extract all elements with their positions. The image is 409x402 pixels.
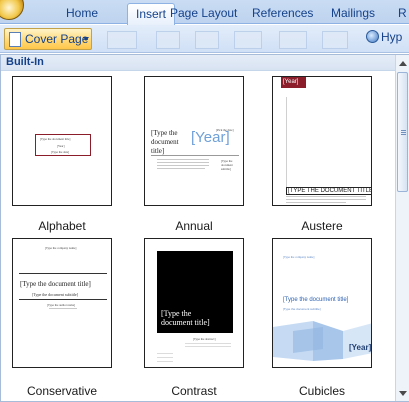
chevron-down-icon	[83, 37, 89, 41]
conservative-top-rule	[19, 273, 107, 274]
tab-mailings[interactable]: Mailings	[331, 5, 375, 25]
shapes-icon[interactable]	[234, 31, 262, 49]
annual-body-line	[157, 165, 209, 166]
alphabet-preview-title: [Type the document title]	[40, 137, 71, 141]
cover-tile-conservative[interactable]: [Type the company name] [Type the docume…	[12, 238, 112, 368]
cover-caption-annual: Annual	[175, 219, 213, 233]
cover-page-gallery: Built-In [Type the document title] [Year…	[0, 54, 409, 402]
cover-tile-annual[interactable]: [Pick the date] [Type the document title…	[144, 76, 244, 206]
alphabet-preview-date: [Type the date]	[51, 150, 70, 154]
cover-page-label: Cover Page	[25, 32, 89, 46]
cubicles-preview-subtitle: [Type the document subtitle]	[283, 307, 321, 311]
cover-caption-alphabet: Alphabet	[38, 219, 86, 233]
cover-tile-contrast[interactable]: [Type the document title] [Type the abst…	[144, 238, 244, 368]
cover-page-icon	[9, 32, 21, 47]
conservative-preview-title: [Type the document title]	[20, 280, 91, 288]
cover-caption-conservative: Conservative	[26, 384, 98, 398]
austere-preview-title: [TYPE THE DOCUMENT TITLE]	[286, 187, 371, 195]
thumb-grip	[401, 132, 406, 133]
tab-references[interactable]: References	[252, 5, 313, 25]
contrast-body-line	[185, 346, 231, 347]
cover-caption-contrast: Contrast	[171, 384, 217, 398]
cubicles-preview-title: [Type the document title]	[283, 297, 349, 303]
austere-body-line	[286, 202, 346, 203]
gallery-scrollbar[interactable]	[395, 55, 409, 401]
annual-body-line	[157, 168, 205, 169]
thumb-grip	[401, 134, 406, 135]
cover-caption-austere: Austere	[301, 219, 343, 233]
contrast-side-line	[157, 361, 173, 362]
conservative-preview-company: [Type the company name]	[45, 246, 77, 250]
annual-preview-side: [Type the document subtitle]	[221, 159, 233, 171]
picture-icon[interactable]	[156, 31, 180, 49]
annual-body-line	[157, 162, 209, 163]
tab-insert[interactable]: Insert	[127, 3, 176, 25]
alphabet-preview-year: [Year]	[57, 144, 65, 148]
annual-preview-title: [Type the document title]	[151, 129, 179, 155]
office-button[interactable]	[0, 0, 24, 20]
conservative-bottom-rule	[19, 299, 107, 300]
thumb-grip	[401, 130, 406, 131]
hyperlink-button[interactable]: Hyp	[366, 30, 402, 44]
contrast-preview-abstract: [Type the abstract]	[193, 337, 216, 341]
tab-review[interactable]: R	[398, 5, 407, 25]
cubicles-graphic	[273, 321, 371, 361]
cover-tile-austere[interactable]: [Year] [TYPE THE DOCUMENT TITLE]	[272, 76, 372, 206]
annual-rule	[151, 155, 239, 156]
scrollbar-thumb[interactable]	[397, 72, 408, 192]
cover-page-button[interactable]: Cover Page	[4, 28, 92, 50]
contrast-body-line	[185, 343, 231, 344]
contrast-side-line	[157, 353, 173, 354]
hyperlink-label: Hyp	[381, 30, 403, 44]
clip-art-icon[interactable]	[195, 31, 219, 49]
conservative-preview-author: [Type the author name]	[47, 303, 76, 307]
contrast-preview-title: [Type the document title]	[161, 309, 210, 327]
annual-body-line	[157, 159, 209, 160]
scroll-up-arrow-icon[interactable]	[399, 61, 407, 66]
ribbon-tab-strip: Home Insert Page Layout References Maili…	[0, 0, 409, 25]
cover-caption-cubicles: Cubicles	[298, 384, 346, 398]
smartart-icon[interactable]	[279, 31, 307, 49]
austere-body-line	[286, 196, 366, 197]
tab-page-layout[interactable]: Page Layout	[170, 5, 237, 25]
cubicles-preview-company: [Type the company name]	[283, 255, 315, 259]
tab-home[interactable]: Home	[66, 5, 98, 25]
contrast-side-line	[157, 357, 173, 358]
annual-preview-year: [Year]	[191, 129, 230, 146]
table-icon[interactable]	[107, 31, 137, 49]
austere-vertical-rule	[286, 97, 287, 189]
ribbon-command-row: Cover Page Hyp	[0, 25, 409, 53]
austere-preview-year: [Year]	[283, 79, 299, 85]
austere-body-line	[286, 199, 366, 200]
cover-tile-cubicles[interactable]: [Type the company name] [Type the docume…	[272, 238, 372, 368]
gallery-section-header: Built-In	[1, 55, 395, 71]
conservative-preview-subtitle: [Type the document subtitle]	[32, 292, 79, 297]
hyperlink-icon	[366, 30, 379, 43]
conservative-date-line	[49, 308, 77, 309]
chart-icon[interactable]	[322, 31, 348, 49]
scroll-down-arrow-icon[interactable]	[399, 391, 407, 396]
cubicles-preview-year: [Year]	[349, 343, 372, 352]
cover-tile-alphabet[interactable]: [Type the document title] [Year] [Type t…	[12, 76, 112, 206]
